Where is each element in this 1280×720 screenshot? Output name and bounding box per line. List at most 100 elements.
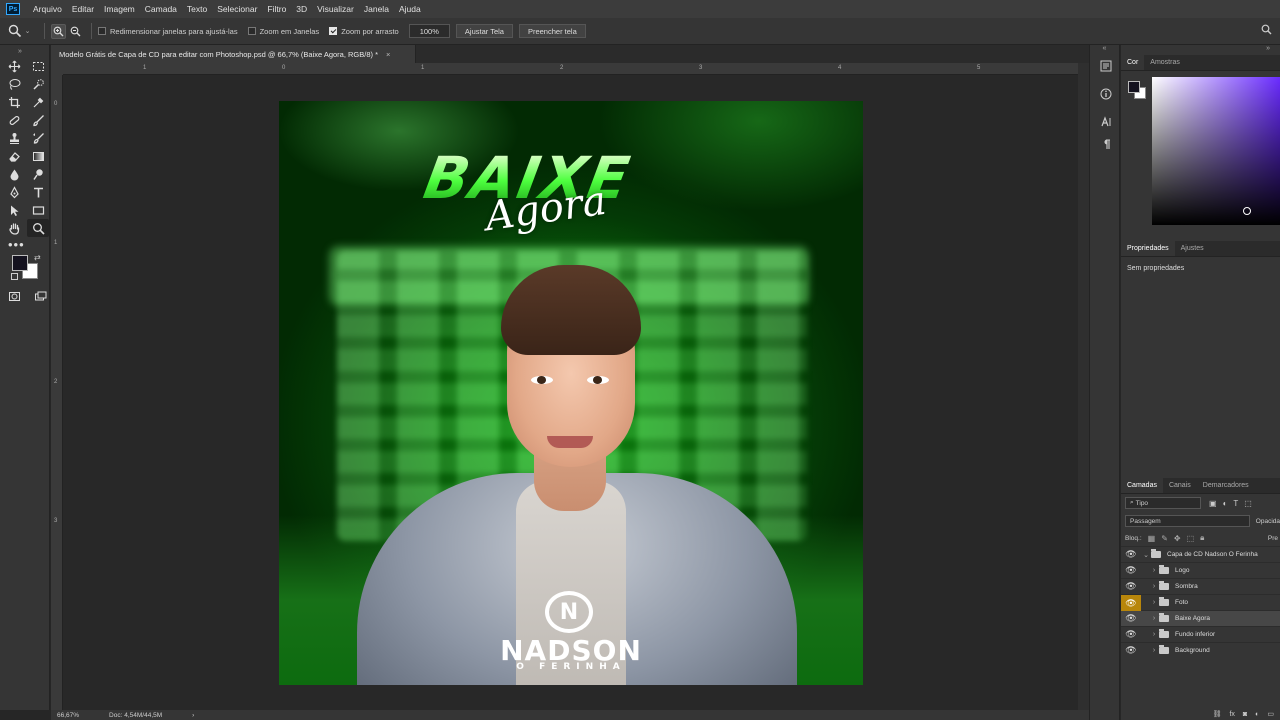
menu-editar[interactable]: Editar [67,4,99,14]
move-tool-icon[interactable] [3,57,25,75]
gradient-tool-icon[interactable] [27,147,49,165]
zoom-percent-field[interactable]: 100% [408,24,450,38]
canvas-area[interactable]: BAIXE Agora N NADSON O FERINHA [63,75,1078,710]
rectangle-tool-icon[interactable] [27,201,49,219]
color-picker-handle[interactable] [1243,207,1251,215]
scrubby-zoom-checkbox[interactable]: Zoom por arrasto [329,27,399,36]
edit-toolbar-icon[interactable]: ••• [0,237,49,252]
collapse-toolbar-icon[interactable]: » [0,45,49,57]
quick-selection-tool-icon[interactable] [27,75,49,93]
visibility-eye-icon[interactable]: 👁︎ [1121,549,1141,560]
visibility-eye-icon[interactable]: 👁︎ [1121,645,1141,656]
layer-row[interactable]: 👁︎ › Foto [1121,594,1280,611]
quick-mask-icon[interactable] [6,287,24,305]
lock-image-icon[interactable]: ✎ [1161,534,1168,543]
chevron-right-icon[interactable]: › [1149,567,1159,574]
chevron-right-icon[interactable]: › [1149,599,1159,606]
search-icon[interactable] [1261,24,1272,38]
eraser-tool-icon[interactable] [3,147,25,165]
tab-propriedades[interactable]: Propriedades [1121,241,1175,256]
chevron-right-icon[interactable]: › [1149,631,1159,638]
tab-canais[interactable]: Canais [1163,478,1197,493]
menu-janela[interactable]: Janela [359,4,394,14]
healing-brush-tool-icon[interactable] [3,111,25,129]
zoom-in-button[interactable] [51,23,66,39]
tab-demarcadores[interactable]: Demarcadores [1197,478,1255,493]
layer-row[interactable]: 👁︎ › Fundo inferior [1121,626,1280,642]
screen-mode-icon[interactable] [32,287,50,305]
layer-style-icon[interactable]: fx [1229,711,1234,718]
menu-selecionar[interactable]: Selecionar [212,4,262,14]
document-tab[interactable]: Modelo Grátis de Capa de CD para editar … [51,45,416,63]
close-icon[interactable]: × [386,50,390,59]
link-layers-icon[interactable]: ⛓︎ [1213,710,1222,718]
zoom-tool-icon[interactable] [27,219,49,237]
brush-tool-icon[interactable] [27,111,49,129]
tool-preset-picker[interactable]: ⌄ [0,24,38,38]
clone-stamp-tool-icon[interactable] [3,129,25,147]
path-selection-tool-icon[interactable] [3,201,25,219]
adjustment-layer-icon[interactable]: ◐ [1255,711,1259,718]
layer-row[interactable]: 👁︎ › Sombra [1121,578,1280,594]
hand-tool-icon[interactable] [3,219,25,237]
history-brush-tool-icon[interactable] [27,129,49,147]
horizontal-ruler[interactable]: 1 0 1 2 3 4 5 [63,63,1078,75]
layer-row-selected[interactable]: 👁︎ › Baixe Agora [1121,610,1280,626]
history-panel-icon[interactable] [1090,55,1121,77]
visibility-eye-icon[interactable]: 👁︎ [1121,629,1141,640]
fit-screen-button[interactable]: Ajustar Tela [455,24,513,38]
zoom-level[interactable]: 66,67% [57,712,79,719]
tab-cor[interactable]: Cor [1121,55,1145,70]
tab-camadas[interactable]: Camadas [1121,478,1163,493]
checkbox-box[interactable] [98,27,106,35]
document-canvas[interactable]: BAIXE Agora N NADSON O FERINHA [279,101,863,685]
visibility-eye-icon[interactable]: 👁︎ [1121,613,1141,624]
foreground-color-swatch[interactable] [12,255,28,271]
crop-tool-icon[interactable] [3,93,25,111]
visibility-eye-icon[interactable]: 👁︎ [1121,581,1141,592]
blend-mode-select[interactable]: Passagem [1125,515,1250,527]
menu-visualizar[interactable]: Visualizar [312,4,359,14]
chevron-down-icon[interactable]: ⌄ [1141,551,1151,559]
menu-arquivo[interactable]: Arquivo [28,4,67,14]
foreground-color-swatch[interactable] [1128,81,1140,93]
layer-row[interactable]: 👁︎ › Logo [1121,562,1280,578]
vertical-ruler[interactable]: 0 1 2 3 [51,75,63,710]
lasso-tool-icon[interactable] [3,75,25,93]
filter-type-icon[interactable]: T [1233,499,1238,508]
dodge-tool-icon[interactable] [27,165,49,183]
filter-shape-icon[interactable]: ⬚ [1244,499,1252,508]
lock-all-icon[interactable]: 🔒︎ [1200,533,1204,543]
tab-ajustes[interactable]: Ajustes [1175,241,1210,256]
visibility-eye-icon[interactable]: 👁︎ [1121,594,1141,611]
blur-tool-icon[interactable] [3,165,25,183]
layer-group-row[interactable]: 👁︎ ⌄ Capa de CD Nadson O Ferinha [1121,546,1280,562]
menu-camada[interactable]: Camada [140,4,182,14]
default-colors-icon[interactable] [11,273,18,280]
marquee-tool-icon[interactable] [27,57,49,75]
info-panel-icon[interactable] [1090,83,1121,105]
collapse-dock-icon[interactable]: « [1090,45,1119,55]
fill-screen-button[interactable]: Preencher tela [518,24,586,38]
chevron-right-icon[interactable]: › [1149,583,1159,590]
swap-colors-icon[interactable]: ⇄ [34,253,41,262]
lock-position-icon[interactable]: ✥ [1174,534,1181,543]
menu-imagem[interactable]: Imagem [99,4,140,14]
vertical-scrollbar[interactable] [1078,63,1089,710]
filter-adjustment-icon[interactable]: ◐ [1223,499,1228,508]
menu-texto[interactable]: Texto [182,4,212,14]
menu-ajuda[interactable]: Ajuda [394,4,426,14]
type-tool-icon[interactable] [27,183,49,201]
checkbox-box-checked[interactable] [329,27,338,35]
ruler-origin[interactable] [51,63,63,75]
eyedropper-tool-icon[interactable] [27,93,49,111]
chevron-right-icon[interactable]: › [1149,647,1159,654]
menu-3d[interactable]: 3D [291,4,312,14]
zoom-all-windows-checkbox[interactable]: Zoom em Janelas [247,27,319,36]
color-picker-field[interactable] [1152,77,1280,225]
visibility-eye-icon[interactable]: 👁︎ [1121,565,1141,576]
new-group-icon[interactable]: ▭ [1267,710,1274,718]
character-panel-icon[interactable] [1090,111,1121,133]
add-mask-icon[interactable]: ◙ [1243,711,1247,718]
filter-pixel-icon[interactable]: ▣ [1209,499,1217,508]
